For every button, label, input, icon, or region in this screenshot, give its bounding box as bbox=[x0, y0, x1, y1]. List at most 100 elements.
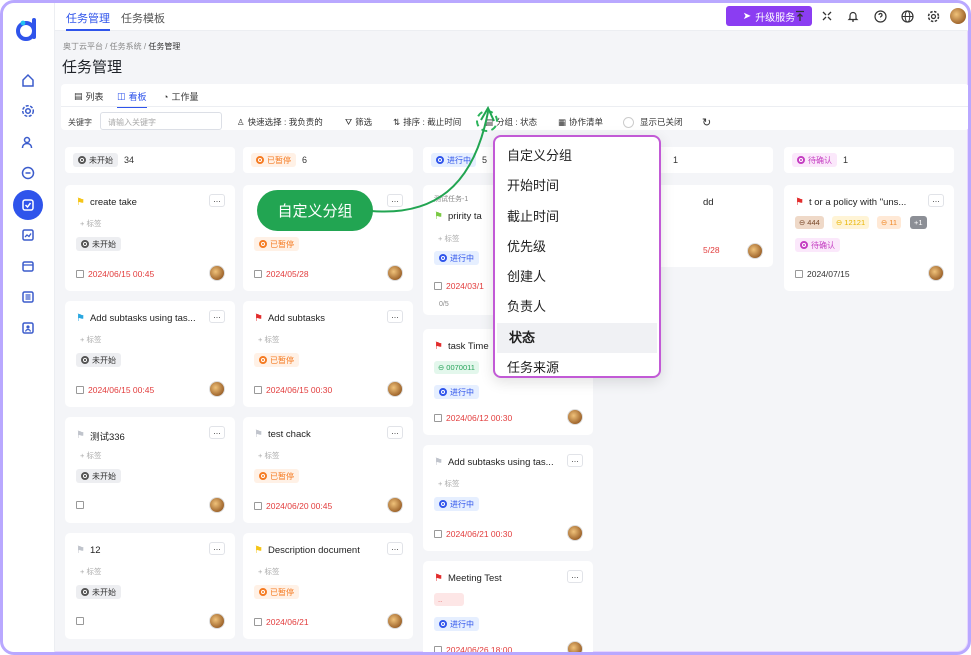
pin-top-icon[interactable] bbox=[792, 8, 808, 24]
calendar-icon[interactable] bbox=[18, 256, 38, 276]
task-card[interactable]: ⚑ 测试336 ... + 标签 未开始 bbox=[65, 417, 235, 523]
assignee-avatar[interactable] bbox=[567, 525, 583, 541]
tag-chip[interactable]: ⊖ 12121 bbox=[832, 216, 870, 229]
status-badge[interactable]: 进行中 bbox=[434, 251, 479, 265]
globe-icon[interactable] bbox=[899, 8, 915, 24]
collab-list-button[interactable]: ▦ 协作清单 bbox=[558, 116, 603, 128]
status-badge[interactable]: 已暂停 bbox=[254, 237, 299, 251]
status-badge[interactable]: 未开始 bbox=[76, 237, 121, 251]
due-date[interactable]: 2024/06/21 bbox=[254, 617, 309, 627]
app-logo[interactable] bbox=[15, 16, 41, 42]
fullscreen-icon[interactable] bbox=[819, 8, 835, 24]
tag-chip[interactable]: ⊖ 0070011 bbox=[434, 361, 479, 374]
add-tag-button[interactable]: + 标签 bbox=[438, 478, 459, 489]
quick-select[interactable]: ♙ 快速选择 : 我负责的 bbox=[237, 116, 323, 128]
assignee-avatar[interactable] bbox=[567, 641, 583, 652]
status-badge[interactable]: 已暂停 bbox=[254, 585, 299, 599]
tag-chip[interactable]: ⊖ 444 bbox=[795, 216, 824, 229]
status-badge[interactable]: 未开始 bbox=[76, 469, 121, 483]
status-badge[interactable]: 已暂停 bbox=[254, 469, 299, 483]
more-button[interactable]: ... bbox=[387, 310, 403, 323]
refresh-icon[interactable]: ↻ bbox=[702, 116, 711, 129]
add-tag-button[interactable]: + 标签 bbox=[258, 450, 279, 461]
add-tag-button[interactable]: + 标签 bbox=[258, 334, 279, 345]
option-task-source[interactable]: 任务来源 bbox=[495, 353, 659, 383]
due-date[interactable]: 5/28 bbox=[703, 245, 720, 255]
add-tag-button[interactable]: + 标签 bbox=[80, 218, 101, 229]
option-assignee[interactable]: 负责人 bbox=[495, 292, 659, 322]
add-tag-button[interactable]: + 标签 bbox=[80, 450, 101, 461]
profile-icon[interactable] bbox=[18, 318, 38, 338]
due-date[interactable]: 2024/06/15 00:30 bbox=[254, 385, 332, 395]
assignee-avatar[interactable] bbox=[387, 497, 403, 513]
due-date[interactable]: 2024/06/26 18:00 bbox=[434, 645, 512, 652]
status-badge[interactable]: 进行中 bbox=[434, 497, 479, 511]
due-date[interactable] bbox=[76, 501, 84, 509]
more-button[interactable]: ... bbox=[567, 570, 583, 583]
tab-list[interactable]: ▤ 列表 bbox=[74, 90, 104, 103]
task-card[interactable]: ⚑ Add subtasks using tas... ... + 标签 进行中 … bbox=[423, 445, 593, 551]
due-date[interactable]: 2024/06/21 00:30 bbox=[434, 529, 512, 539]
tab-workload[interactable]: ◔ 工作量 bbox=[163, 90, 198, 103]
subtask-progress[interactable]: 0/5 bbox=[439, 301, 449, 308]
user-avatar[interactable] bbox=[950, 8, 966, 24]
keyword-input[interactable]: 请输入关键字 bbox=[100, 112, 222, 130]
assignee-avatar[interactable] bbox=[387, 613, 403, 629]
gear-icon[interactable] bbox=[925, 8, 941, 24]
due-date[interactable]: 2024/07/15 bbox=[795, 269, 850, 279]
assignee-avatar[interactable] bbox=[747, 243, 763, 259]
status-badge[interactable]: 未开始 bbox=[76, 353, 121, 367]
due-date[interactable] bbox=[76, 617, 84, 625]
assignee-avatar[interactable] bbox=[209, 497, 225, 513]
due-date[interactable]: 2024/03/1 bbox=[434, 281, 484, 291]
bell-icon[interactable] bbox=[845, 8, 861, 24]
task-card[interactable]: ⚑ Add subtasks using tas... ... + 标签 未开始 … bbox=[65, 301, 235, 407]
task-card[interactable]: ⚑ Add subtasks ... + 标签 已暂停 2024/06/15 00… bbox=[243, 301, 413, 407]
users-icon[interactable] bbox=[18, 132, 38, 152]
more-button[interactable]: ... bbox=[387, 426, 403, 439]
add-tag-button[interactable]: + 标签 bbox=[258, 566, 279, 577]
option-due-time[interactable]: 截止时间 bbox=[495, 202, 659, 232]
option-status[interactable]: 状态 bbox=[497, 322, 657, 354]
option-creator[interactable]: 创建人 bbox=[495, 262, 659, 292]
help-icon[interactable] bbox=[872, 8, 888, 24]
assignee-avatar[interactable] bbox=[387, 381, 403, 397]
assignee-avatar[interactable] bbox=[928, 265, 944, 281]
home-icon[interactable] bbox=[18, 70, 38, 90]
task-card[interactable]: ⚑ Meeting Test ... .. 进行中 2024/06/26 18:0… bbox=[423, 561, 593, 652]
option-custom-group[interactable]: 自定义分组 bbox=[495, 141, 659, 171]
tab-task-management[interactable]: 任务管理 bbox=[66, 10, 110, 31]
task-card[interactable]: ⚑ test chack ... + 标签 已暂停 2024/06/20 00:4… bbox=[243, 417, 413, 523]
more-button[interactable]: ... bbox=[209, 542, 225, 555]
add-tag-button[interactable]: + 标签 bbox=[80, 566, 101, 577]
assignee-avatar[interactable] bbox=[209, 265, 225, 281]
chat-icon[interactable] bbox=[18, 163, 38, 183]
due-date[interactable]: 2024/06/12 00:30 bbox=[434, 413, 512, 423]
list-icon[interactable] bbox=[18, 287, 38, 307]
add-tag-button[interactable]: + 标签 bbox=[80, 334, 101, 345]
task-card[interactable]: ⚑ t or a policy with "uns... ... ⊖ 444 ⊖ 12… bbox=[784, 185, 954, 291]
due-date[interactable]: 2024/06/20 00:45 bbox=[254, 501, 332, 511]
assignee-avatar[interactable] bbox=[209, 613, 225, 629]
status-badge[interactable]: 进行中 bbox=[434, 617, 479, 631]
task-card[interactable]: ⚑ 12 ... + 标签 未开始 bbox=[65, 533, 235, 639]
option-start-time[interactable]: 开始时间 bbox=[495, 171, 659, 201]
task-icon[interactable] bbox=[13, 190, 43, 220]
settings-icon[interactable] bbox=[18, 101, 38, 121]
chart-icon[interactable] bbox=[18, 225, 38, 245]
more-button[interactable]: ... bbox=[209, 194, 225, 207]
status-badge[interactable]: 未开始 bbox=[76, 585, 121, 599]
show-closed-toggle[interactable]: 显示已关闭 bbox=[623, 116, 683, 128]
more-button[interactable]: ... bbox=[209, 426, 225, 439]
due-date[interactable]: 2024/06/15 00:45 bbox=[76, 385, 154, 395]
more-button[interactable]: ... bbox=[567, 454, 583, 467]
task-card[interactable]: ⚑ create take ... + 标签 未开始 2024/06/15 00:… bbox=[65, 185, 235, 291]
assignee-avatar[interactable] bbox=[567, 409, 583, 425]
more-tags-chip[interactable]: +1 bbox=[910, 216, 927, 229]
tag-chip[interactable]: .. bbox=[434, 593, 464, 606]
add-tag-button[interactable]: + 标签 bbox=[438, 233, 459, 244]
assignee-avatar[interactable] bbox=[387, 265, 403, 281]
tag-chip[interactable]: ⊖ 11 bbox=[877, 216, 902, 229]
more-button[interactable]: ... bbox=[928, 194, 944, 207]
status-badge[interactable]: 进行中 bbox=[434, 385, 479, 399]
